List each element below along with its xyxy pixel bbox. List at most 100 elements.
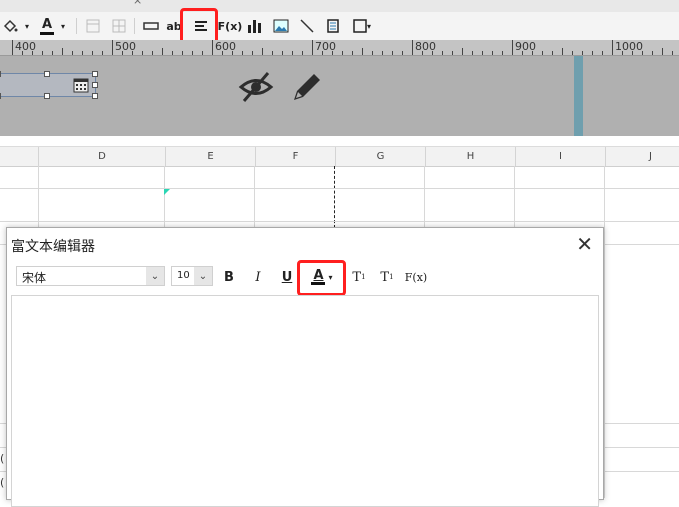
ruler-tick xyxy=(352,51,353,55)
ruler-tick xyxy=(432,51,433,55)
ruler-tick xyxy=(412,40,413,55)
ruler-tick xyxy=(92,51,93,55)
ruler-tick xyxy=(462,48,463,55)
border-dropdown-icon[interactable]: ▾ xyxy=(350,15,374,37)
ruler-tick xyxy=(42,51,43,55)
ruler-tick xyxy=(552,51,553,55)
ruler-tick xyxy=(202,51,203,55)
ruler-tick xyxy=(602,51,603,55)
ruler-tick xyxy=(182,51,183,55)
ruler-tick xyxy=(662,48,663,55)
ruler-tick xyxy=(442,51,443,55)
grid-icon[interactable] xyxy=(110,15,128,37)
ruler-tick xyxy=(312,40,313,55)
border-icon[interactable] xyxy=(84,15,102,37)
column-d-header[interactable]: D xyxy=(38,147,165,166)
ruler-tick xyxy=(142,51,143,55)
ruler-tick xyxy=(342,51,343,55)
ruler-tick xyxy=(642,51,643,55)
ruler-tick xyxy=(322,51,323,55)
ruler-tick xyxy=(622,51,623,55)
bar-chart-icon[interactable] xyxy=(246,15,264,37)
ruler-tick xyxy=(652,51,653,55)
ruler-tick xyxy=(102,51,103,55)
ruler-tick xyxy=(452,51,453,55)
ruler-tick xyxy=(572,51,573,55)
ruler-tick xyxy=(492,51,493,55)
date-widget[interactable] xyxy=(0,71,98,99)
ruler-tick xyxy=(242,51,243,55)
ruler-tick xyxy=(222,51,223,55)
close-tab-icon[interactable]: × xyxy=(133,0,142,7)
editor-content-area[interactable] xyxy=(11,295,599,507)
ruler-tick xyxy=(512,40,513,55)
font-color-icon[interactable]: A xyxy=(38,15,56,37)
ruler-tick xyxy=(132,51,133,55)
ruler-tick xyxy=(112,40,113,55)
subscript-mark: 1 xyxy=(389,273,394,281)
ruler-tick xyxy=(612,40,613,55)
hide-eye-icon[interactable] xyxy=(238,70,274,108)
ruler-tick xyxy=(402,51,403,55)
font-color-dropdown-icon[interactable]: ▾ xyxy=(58,15,68,37)
ruler-tick xyxy=(332,51,333,55)
column-g-header[interactable]: G xyxy=(335,147,425,166)
ruler-tick xyxy=(302,51,303,55)
underline-button[interactable]: U xyxy=(279,268,295,286)
formula-button[interactable]: F(x) xyxy=(405,268,427,286)
band-stripe xyxy=(574,56,583,136)
ruler-label: 1000 xyxy=(615,40,643,53)
highlight-font-color xyxy=(297,260,346,296)
ruler-tick xyxy=(532,51,533,55)
subscript-label: T xyxy=(380,269,390,285)
ruler-tick xyxy=(542,51,543,55)
column-header: D E F G H I J xyxy=(0,146,679,167)
font-size-value: 10 xyxy=(177,270,190,281)
ruler-tick xyxy=(152,51,153,55)
column-j-header[interactable]: J xyxy=(605,147,679,166)
ruler-tick xyxy=(192,51,193,55)
slash-icon[interactable] xyxy=(298,15,316,37)
dialog-title: 富文本编辑器 xyxy=(11,239,95,255)
text-field-icon[interactable] xyxy=(142,15,160,37)
ruler-tick xyxy=(372,51,373,55)
italic-button[interactable]: I xyxy=(250,268,266,286)
ruler-tick xyxy=(582,51,583,55)
frame-icon[interactable] xyxy=(324,15,342,37)
close-icon[interactable]: ✕ xyxy=(576,232,593,256)
paint-bucket-icon[interactable] xyxy=(0,15,20,37)
ruler-tick xyxy=(292,51,293,55)
ruler-tick xyxy=(382,51,383,55)
chevron-down-icon[interactable]: ⌄ xyxy=(146,267,164,285)
paint-dropdown-icon[interactable]: ▾ xyxy=(22,15,32,37)
edit-pencil-icon[interactable] xyxy=(290,70,324,108)
ruler-tick xyxy=(392,51,393,55)
ruler-tick xyxy=(482,51,483,55)
ruler-tick xyxy=(172,51,173,55)
ruler-tick xyxy=(32,51,33,55)
column-f-header[interactable]: F xyxy=(255,147,335,166)
column-i-header[interactable]: I xyxy=(515,147,605,166)
row-marker-icon: ( xyxy=(0,476,5,489)
formula-icon[interactable]: F(x) xyxy=(218,15,243,37)
ruler-tick xyxy=(562,48,563,55)
column-e-header[interactable]: E xyxy=(165,147,255,166)
ruler-tick xyxy=(502,51,503,55)
ruler: 400 500 600 700 800 900 1000 xyxy=(0,40,679,56)
ruler-tick xyxy=(422,51,423,55)
calendar-icon[interactable] xyxy=(73,77,89,97)
row-marker-icon: ( xyxy=(0,452,5,465)
ruler-tick xyxy=(522,51,523,55)
chevron-down-icon[interactable]: ⌄ xyxy=(194,267,212,285)
bold-button[interactable]: B xyxy=(221,268,237,286)
subscript-button[interactable]: T1 xyxy=(377,268,397,286)
font-size-select[interactable]: 10 ⌄ xyxy=(171,266,213,286)
ruler-tick xyxy=(472,51,473,55)
column-h-header[interactable]: H xyxy=(425,147,515,166)
image-icon[interactable] xyxy=(272,15,290,37)
superscript-button[interactable]: T1 xyxy=(349,268,369,286)
main-toolbar: ▾ A ▾ ab F(x) ▾ xyxy=(0,8,679,45)
ruler-tick xyxy=(122,51,123,55)
font-family-value: 宋体 xyxy=(22,271,47,285)
font-family-select[interactable]: 宋体 ⌄ xyxy=(16,266,165,286)
